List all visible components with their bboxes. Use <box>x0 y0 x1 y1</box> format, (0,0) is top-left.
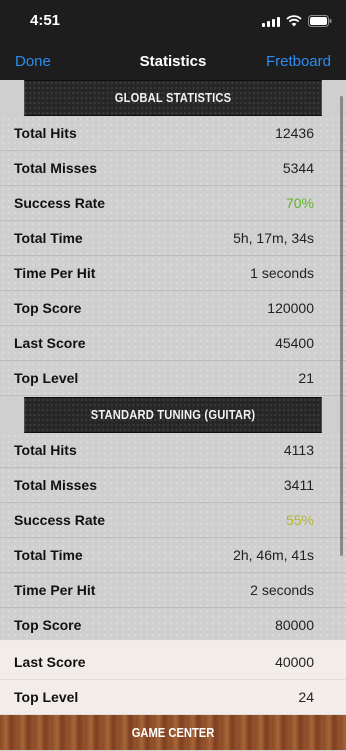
stat-value: 3411 <box>283 477 314 493</box>
stat-label: Top Level <box>14 689 79 705</box>
stat-label: Last Score <box>14 654 86 670</box>
navigation-bar: Done Statistics Fretboard <box>0 44 346 80</box>
stat-row-success-rate[interactable]: Success Rate 70% <box>0 186 346 221</box>
status-bar: 4:51 <box>0 0 346 44</box>
stat-label: Total Hits <box>14 442 77 458</box>
stat-label: Success Rate <box>14 195 106 211</box>
stat-value: 120000 <box>267 300 314 316</box>
stat-row-total-misses[interactable]: Total Misses 3411 <box>0 468 346 503</box>
stat-row-time-per-hit[interactable]: Time Per Hit 2 seconds <box>0 573 346 608</box>
scroll-indicator[interactable] <box>340 96 343 556</box>
stat-row-time-per-hit[interactable]: Time Per Hit 1 seconds <box>0 256 346 291</box>
stat-value: 21 <box>298 370 314 386</box>
success-rate-value: 55% <box>285 512 314 528</box>
wifi-icon <box>286 15 302 27</box>
stat-label: Time Per Hit <box>14 582 96 598</box>
section-title: STANDARD TUNING (GUITAR) <box>90 407 256 422</box>
stat-label: Total Time <box>14 230 83 246</box>
section-header-global: GLOBAL STATISTICS <box>24 80 322 116</box>
stat-label: Total Time <box>14 547 83 563</box>
stat-value: 4113 <box>283 442 314 458</box>
stat-row-last-score[interactable]: Last Score 45400 <box>0 326 346 361</box>
stat-row-top-score[interactable]: Top Score 120000 <box>0 291 346 326</box>
cellular-signal-icon <box>262 16 280 27</box>
stat-row-success-rate[interactable]: Success Rate 55% <box>0 503 346 538</box>
section-header-standard-tuning: STANDARD TUNING (GUITAR) <box>24 397 322 433</box>
stat-label: Last Score <box>14 335 86 351</box>
stat-value: 40000 <box>275 654 314 670</box>
stat-value: 5344 <box>282 160 314 176</box>
fretboard-button[interactable]: Fretboard <box>266 53 331 70</box>
stat-label: Success Rate <box>14 512 106 528</box>
stat-row-total-time[interactable]: Total Time 5h, 17m, 34s <box>0 221 346 256</box>
status-icons <box>262 14 332 28</box>
stat-value: 2 seconds <box>250 582 314 598</box>
stat-label: Total Misses <box>14 477 97 493</box>
section-title: GLOBAL STATISTICS <box>114 90 232 105</box>
success-rate-value: 70% <box>285 195 314 211</box>
section-header-game-center: GAME CENTER <box>0 715 346 750</box>
stat-label: Time Per Hit <box>14 265 96 281</box>
stat-row-top-score[interactable]: Top Score 80000 <box>0 608 346 643</box>
stat-label: Total Hits <box>14 125 77 141</box>
stat-row-top-level[interactable]: Top Level 21 <box>0 361 346 396</box>
stat-label: Total Misses <box>14 160 97 176</box>
stat-value: 1 seconds <box>250 265 314 281</box>
stat-row-total-hits[interactable]: Total Hits 12436 <box>0 116 346 151</box>
stat-value: 2h, 46m, 41s <box>233 547 314 563</box>
stat-row-total-hits[interactable]: Total Hits 4113 <box>0 433 346 468</box>
battery-icon <box>308 15 332 27</box>
stat-row-top-level[interactable]: Top Level 24 <box>0 680 346 715</box>
section-title: GAME CENTER <box>131 725 215 740</box>
stat-label: Top Level <box>14 370 79 386</box>
stat-value: 45400 <box>275 335 314 351</box>
standard-tuning-stats-list: Total Hits 4113 Total Misses 3411 Succes… <box>0 433 346 643</box>
stat-row-total-misses[interactable]: Total Misses 5344 <box>0 151 346 186</box>
stat-row-last-score[interactable]: Last Score 40000 <box>0 645 346 680</box>
stat-value: 12436 <box>275 125 314 141</box>
stat-value: 80000 <box>275 617 314 633</box>
stat-label: Top Score <box>14 300 82 316</box>
stat-row-total-time[interactable]: Total Time 2h, 46m, 41s <box>0 538 346 573</box>
stat-label: Top Score <box>14 617 82 633</box>
stat-value: 24 <box>298 689 314 705</box>
standard-tuning-stats-list-continued: Last Score 40000 Top Level 24 <box>0 645 346 715</box>
status-time: 4:51 <box>30 12 61 29</box>
global-stats-list: Total Hits 12436 Total Misses 5344 Succe… <box>0 116 346 396</box>
stat-value: 5h, 17m, 34s <box>233 230 314 246</box>
